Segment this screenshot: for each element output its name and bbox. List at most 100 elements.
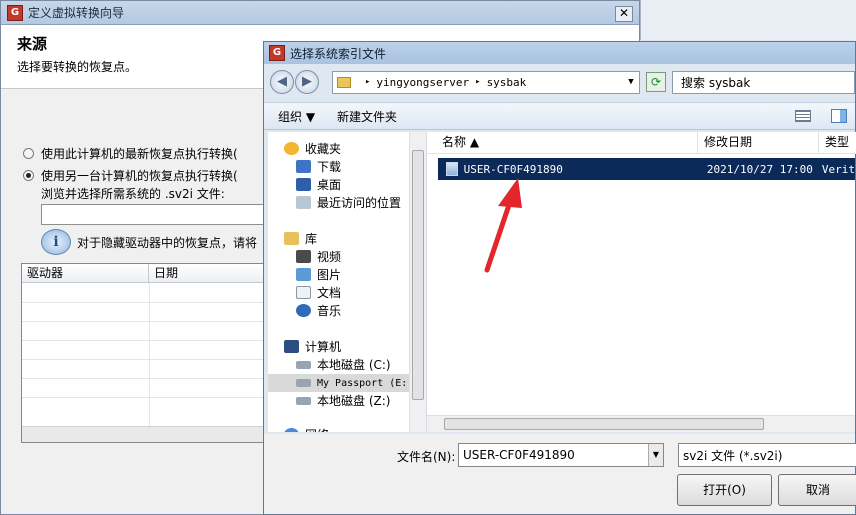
nav-item-passport[interactable]: My Passport (E: (268, 374, 426, 392)
row-divider (22, 340, 270, 341)
file-date: 2021/10/27 17:00 (706, 162, 813, 176)
wizard-title: 定义虚拟转换向导 (28, 6, 125, 20)
breadcrumb-item[interactable]: yingyongserver (376, 76, 469, 89)
back-button[interactable]: ◀ (270, 70, 294, 94)
cancel-button[interactable]: 取消 (778, 474, 856, 506)
scrollbar-thumb[interactable] (412, 150, 424, 400)
option-label: 使用此计算机的最新恢复点执行转换( (41, 147, 238, 161)
radio-button-selected[interactable] (23, 170, 34, 181)
column-header-date[interactable]: 日期 (149, 264, 272, 283)
nav-item-drive-c[interactable]: 本地磁盘 (C:) (296, 356, 391, 373)
filetype-select[interactable]: sv2i 文件 (*.sv2i) (678, 443, 856, 467)
column-header-name[interactable]: 名称 ▲ (427, 132, 698, 154)
app-logo-icon: G (269, 45, 285, 61)
nav-label: 桌面 (317, 178, 342, 192)
nav-label: 网络 (305, 426, 329, 432)
filename-value: USER-CF0F491890 (463, 448, 575, 462)
nav-label: 本地磁盘 (Z:) (317, 394, 391, 408)
info-note: i 对于隐藏驱动器中的恢复点，请将 (41, 229, 257, 255)
drive-icon (296, 396, 311, 405)
info-text: 对于隐藏驱动器中的恢复点，请将 (77, 235, 258, 250)
nav-item-documents[interactable]: 文档 (296, 284, 341, 301)
dialog-title: 选择系统索引文件 (290, 46, 387, 61)
column-header-type[interactable]: 类型 (819, 132, 856, 154)
nav-item-favorites[interactable]: 收藏夹 (284, 140, 341, 157)
file-dialog: G 选择系统索引文件 ◀ ▶ ▸ yingyongserver ▸ sysbak… (263, 41, 856, 515)
column-header-date[interactable]: 修改日期 (698, 132, 819, 154)
nav-label: 视频 (317, 250, 342, 264)
navigation-pane[interactable]: 收藏夹 下载 桌面 最近访问的位置 库 视频 图片 文档 音乐 计算机 本地磁盘… (268, 132, 427, 432)
nav-item-music[interactable]: 音乐 (296, 302, 341, 319)
nav-label: 文档 (317, 286, 342, 300)
video-icon (296, 250, 311, 263)
nav-item-network[interactable]: 网络 (284, 426, 329, 432)
breadcrumb-item[interactable]: sysbak (487, 76, 527, 89)
nav-item-desktop[interactable]: 桌面 (296, 176, 341, 193)
drive-table[interactable]: 驱动器 日期 (21, 263, 272, 443)
dialog-bottom: 文件名(N): USER-CF0F491890 ▼ sv2i 文件 (*.sv2… (264, 434, 856, 514)
nav-item-downloads[interactable]: 下载 (296, 158, 341, 175)
nav-label: 库 (305, 232, 318, 246)
picture-icon (296, 268, 311, 281)
organize-button[interactable]: 组织 ▼ (278, 108, 315, 125)
dialog-toolbar: 组织 ▼ 新建文件夹 (264, 102, 855, 130)
nav-label: 本地磁盘 (C:) (317, 358, 391, 372)
option-latest-point[interactable]: 使用此计算机的最新恢复点执行转换( (23, 145, 238, 162)
column-header-drive[interactable]: 驱动器 (22, 264, 149, 283)
search-input[interactable]: 搜索 sysbak (672, 70, 855, 94)
file-name: USER-CF0F491890 (463, 162, 563, 176)
view-options-icon[interactable] (795, 110, 811, 122)
filetype-value: sv2i 文件 (*.sv2i) (683, 448, 783, 463)
library-icon (284, 232, 299, 245)
nav-label: 下载 (317, 160, 342, 174)
option-other-computer[interactable]: 使用另一台计算机的恢复点执行转换( (23, 167, 238, 184)
horizontal-scrollbar[interactable] (22, 426, 270, 442)
desktop-icon (296, 178, 311, 191)
address-row: ◀ ▶ ▸ yingyongserver ▸ sysbak ▼ ⟳ 搜索 sys… (270, 68, 855, 96)
path-input[interactable] (41, 204, 271, 225)
nav-item-drive-z[interactable]: 本地磁盘 (Z:) (296, 392, 390, 409)
address-bar[interactable]: ▸ yingyongserver ▸ sysbak ▼ (332, 70, 640, 94)
row-divider (22, 321, 270, 322)
info-icon: i (41, 229, 71, 255)
file-list[interactable]: 名称 ▲ 修改日期 类型 USER-CF0F491890 2021/10/27 … (427, 132, 856, 432)
nav-label: 收藏夹 (305, 142, 342, 156)
file-row-selected[interactable]: USER-CF0F491890 2021/10/27 17:00 Verit (438, 158, 855, 180)
network-icon (284, 428, 299, 432)
filename-input[interactable]: USER-CF0F491890 ▼ (458, 443, 664, 467)
nav-scrollbar[interactable] (409, 132, 426, 432)
horizontal-scrollbar[interactable] (427, 415, 855, 432)
forward-button[interactable]: ▶ (295, 70, 319, 94)
nav-item-pictures[interactable]: 图片 (296, 266, 341, 283)
row-divider (22, 378, 270, 379)
nav-label: 计算机 (305, 340, 342, 354)
nav-item-libraries[interactable]: 库 (284, 230, 317, 247)
app-logo-icon: G (7, 4, 23, 21)
nav-item-computer[interactable]: 计算机 (284, 338, 341, 355)
nav-label: 图片 (317, 268, 342, 282)
nav-item-videos[interactable]: 视频 (296, 248, 341, 265)
dialog-titlebar: G 选择系统索引文件 (264, 42, 855, 64)
file-icon (446, 162, 458, 176)
new-folder-button[interactable]: 新建文件夹 (337, 108, 397, 125)
nav-item-recent[interactable]: 最近访问的位置 (296, 194, 401, 211)
row-divider (22, 302, 270, 303)
preview-pane-icon[interactable] (831, 109, 847, 123)
nav-label: My Passport (E: (317, 377, 408, 389)
row-divider (22, 397, 270, 398)
breadcrumb-separator: ▸ (365, 77, 371, 87)
wizard-titlebar: G 定义虚拟转换向导 ✕ (1, 1, 639, 25)
scrollbar-thumb[interactable] (444, 418, 764, 430)
open-button[interactable]: 打开(O) (677, 474, 772, 506)
refresh-icon[interactable]: ⟳ (646, 72, 666, 92)
nav-label: 最近访问的位置 (317, 196, 402, 210)
recent-places-icon (296, 196, 311, 209)
download-icon (296, 160, 311, 173)
chevron-down-icon[interactable]: ▼ (648, 444, 663, 466)
chevron-down-icon[interactable]: ▼ (623, 77, 639, 87)
view-controls (795, 109, 855, 123)
radio-button[interactable] (23, 148, 34, 159)
breadcrumb-separator: ▸ (475, 77, 481, 87)
close-icon[interactable]: ✕ (615, 6, 633, 22)
filename-label: 文件名(N): (397, 450, 456, 464)
